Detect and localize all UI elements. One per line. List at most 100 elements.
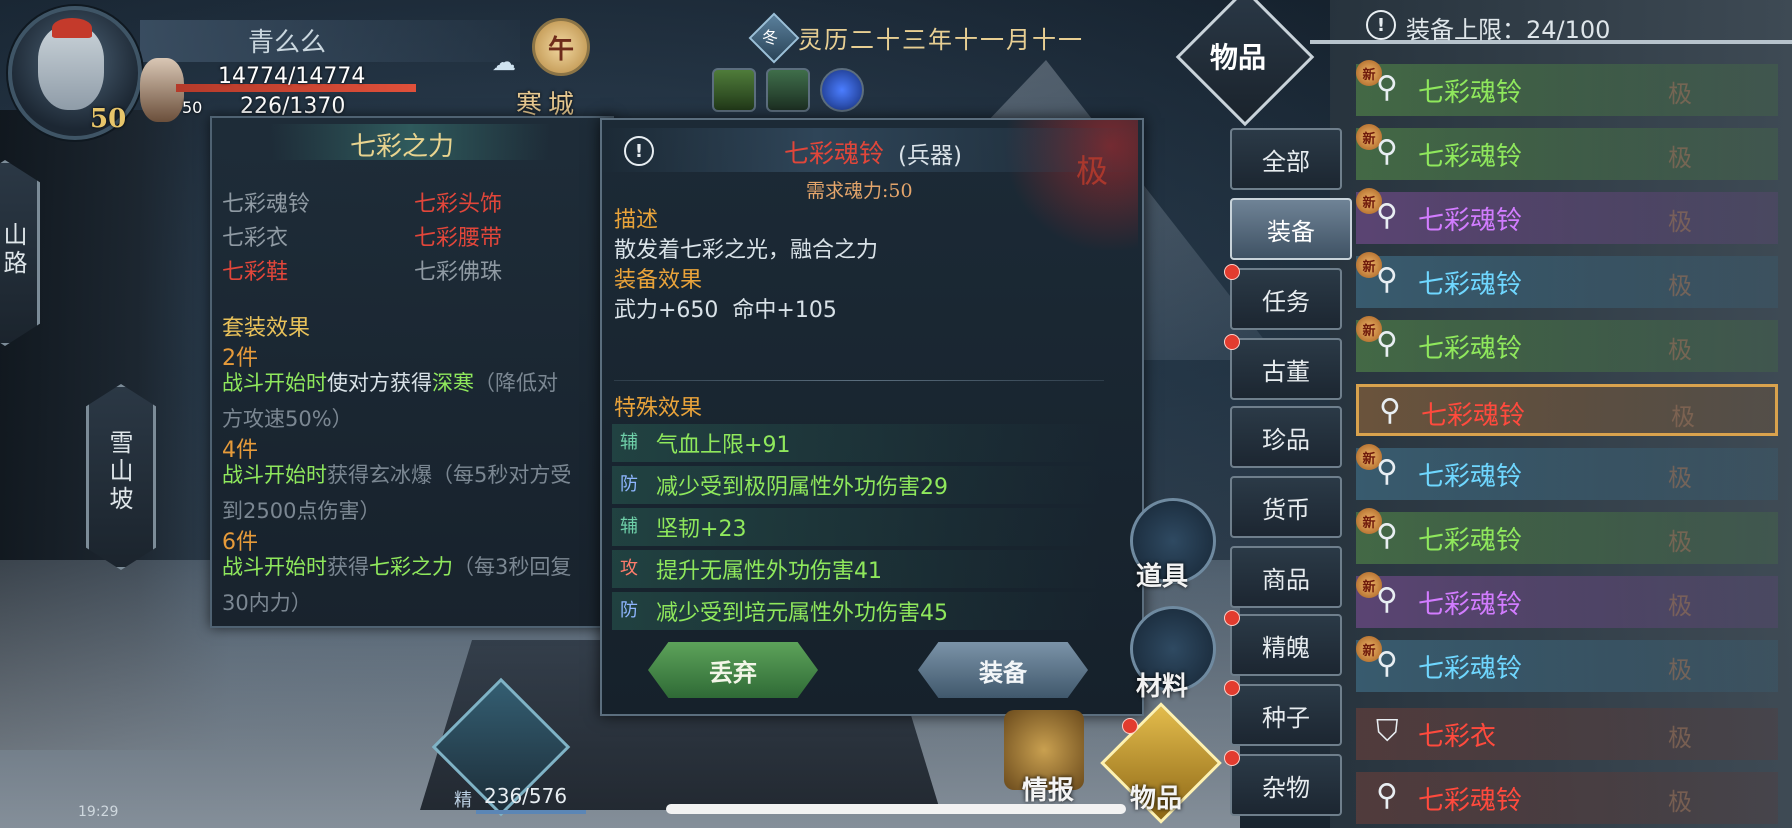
item-grade: 极 xyxy=(1668,336,1692,364)
bell-icon: ⚲ xyxy=(1376,198,1398,233)
affix-tag: 攻 xyxy=(620,558,638,579)
tab-all[interactable]: 全部 xyxy=(1230,128,1342,190)
tab-seeds[interactable]: 种子 xyxy=(1230,684,1342,746)
inventory-item[interactable]: 新 ⚲ 七彩魂铃 极 xyxy=(1356,188,1778,244)
inventory-item[interactable]: 新 ⚲ 七彩魂铃 极 xyxy=(1356,316,1778,372)
bell-icon: ⚲ xyxy=(1376,778,1398,813)
item-name: 七彩魂铃 xyxy=(784,139,885,168)
crown-icon xyxy=(52,18,92,38)
home-indicator[interactable] xyxy=(666,804,1126,814)
item-name: 七彩魂铃 xyxy=(1418,142,1523,172)
tab-quest[interactable]: 任务 xyxy=(1230,268,1342,330)
info-icon[interactable]: ! xyxy=(624,136,654,166)
inventory-item[interactable]: 新 ⚲ 七彩魂铃 极 xyxy=(1356,124,1778,180)
stamina-bar xyxy=(476,810,586,814)
item-name: 七彩魂铃 xyxy=(1418,334,1523,364)
tab-goods[interactable]: 商品 xyxy=(1230,546,1342,608)
inventory-item[interactable]: 新 ⚲ 七彩魂铃 极 xyxy=(1356,252,1778,308)
item-grade: 极 xyxy=(1668,724,1692,752)
inventory-item[interactable]: 新 ⚲ 七彩魂铃 极 xyxy=(1356,636,1778,692)
item-name: 七彩魂铃 xyxy=(1421,401,1526,431)
tab-antique[interactable]: 古董 xyxy=(1230,338,1342,400)
tab-currency[interactable]: 货币 xyxy=(1230,476,1342,538)
set-piece: 七彩魂铃 xyxy=(222,192,311,217)
inventory-item[interactable]: 新 ⚲ 七彩魂铃 极 xyxy=(1356,508,1778,564)
affix-text: 坚韧+23 xyxy=(656,517,747,542)
info-icon[interactable]: ! xyxy=(1366,10,1396,40)
affix-row: 辅 气血上限+91 xyxy=(612,424,1102,462)
affix-tag: 防 xyxy=(620,474,638,495)
affix-text: 气血上限+91 xyxy=(656,433,791,458)
description-title: 描述 xyxy=(614,208,659,233)
affix-tag: 辅 xyxy=(620,516,638,537)
item-grade: 极 xyxy=(1668,656,1692,684)
affix-row: 防 减少受到极阴属性外功伤害29 xyxy=(612,466,1102,504)
bell-icon: ⚲ xyxy=(1376,582,1398,617)
buff-party-icon[interactable] xyxy=(766,68,810,112)
item-name: 七彩魂铃 xyxy=(1418,78,1523,108)
set-piece: 七彩佛珠 xyxy=(414,260,503,285)
affix-row: 防 减少受到培元属性外功伤害45 xyxy=(612,592,1102,630)
item-name: 七彩魂铃 xyxy=(1418,270,1523,300)
tab-treasure[interactable]: 珍品 xyxy=(1230,406,1342,468)
bell-icon: ⚲ xyxy=(1376,646,1398,681)
season-label: 冬 xyxy=(762,28,779,47)
player-portrait xyxy=(38,26,104,110)
bell-icon: ⚲ xyxy=(1376,262,1398,297)
bell-icon: ⚲ xyxy=(1376,518,1398,553)
notification-dot xyxy=(1224,264,1240,280)
player-level: 50 xyxy=(90,104,127,134)
map-node-label: 雪山坡 xyxy=(105,430,133,514)
tab-soul[interactable]: 精魄 xyxy=(1230,614,1342,676)
affix-text: 减少受到培元属性外功伤害45 xyxy=(656,601,949,626)
hp-value: 14774/14774 xyxy=(218,64,366,89)
inventory-item-selected[interactable]: ⚲ 七彩魂铃 极 xyxy=(1356,384,1778,436)
buff-orb-icon[interactable] xyxy=(820,68,864,112)
set-piece: 七彩衣 xyxy=(222,226,289,251)
set-effect-text-wrap: 到2500点伤害） xyxy=(222,499,381,523)
affix-tag: 防 xyxy=(620,600,638,621)
set-effect-text: 战斗开始时获得七彩之力（每3秒回复 xyxy=(222,555,572,579)
special-effect-title: 特殊效果 xyxy=(614,396,703,421)
tab-equipment[interactable]: 装备 xyxy=(1230,198,1352,260)
equip-button[interactable]: 装备 xyxy=(918,642,1088,698)
item-grade: 极 xyxy=(1076,152,1109,190)
companion-level: 50 xyxy=(182,98,203,117)
item-name: 七彩魂铃 xyxy=(1418,206,1523,236)
discard-button[interactable]: 丢弃 xyxy=(648,642,818,698)
set-effect-text-wrap: 方攻速50%） xyxy=(222,407,353,431)
player-name: 青么么 xyxy=(248,28,327,58)
item-name: 七彩衣 xyxy=(1418,722,1497,752)
set-effect-text-wrap: 30内力） xyxy=(222,591,312,615)
buff-sword-icon[interactable] xyxy=(712,68,756,112)
affix-text: 提升无属性外功伤害41 xyxy=(656,559,883,584)
item-grade: 极 xyxy=(1668,80,1692,108)
snow-cloud-icon: ☁ xyxy=(492,48,516,76)
items-label[interactable]: 物品 xyxy=(1130,778,1182,815)
equip-effect-text: 武力+650 命中+105 xyxy=(614,298,837,323)
inventory-item[interactable]: 新 ⚲ 七彩魂铃 极 xyxy=(1356,444,1778,500)
set-piece: 七彩头饰 xyxy=(414,192,503,217)
inventory-item[interactable]: 新 ⚲ 七彩魂铃 极 xyxy=(1356,572,1778,628)
item-name: 七彩魂铃 xyxy=(1418,462,1523,492)
bell-icon: ⚲ xyxy=(1376,454,1398,489)
item-grade: 极 xyxy=(1668,272,1692,300)
notification-dot xyxy=(1224,610,1240,626)
affix-tag: 辅 xyxy=(620,432,638,453)
system-clock: 19:29 xyxy=(78,804,119,820)
category-title: 物品 xyxy=(1210,41,1267,74)
inventory-item[interactable]: ⚲ 七彩魂铃 极 xyxy=(1356,772,1778,824)
set-title: 七彩之力 xyxy=(350,132,455,162)
notification-dot xyxy=(1224,680,1240,696)
item-grade: 极 xyxy=(1668,144,1692,172)
props-label[interactable]: 道具 xyxy=(1136,556,1188,593)
materials-label[interactable]: 材料 xyxy=(1136,666,1188,703)
tab-misc[interactable]: 杂物 xyxy=(1230,754,1342,816)
affix-row: 攻 提升无属性外功伤害41 xyxy=(612,550,1102,588)
inventory-item[interactable]: 新 ⚲ 七彩魂铃 极 xyxy=(1356,60,1778,116)
intel-label[interactable]: 情报 xyxy=(1022,770,1074,807)
item-grade: 极 xyxy=(1671,403,1695,431)
inventory-item[interactable]: ⛉ 七彩衣 极 xyxy=(1356,708,1778,760)
item-type: (兵器) xyxy=(898,143,962,169)
equipment-limit: 装备上限：24/100 xyxy=(1406,16,1611,44)
